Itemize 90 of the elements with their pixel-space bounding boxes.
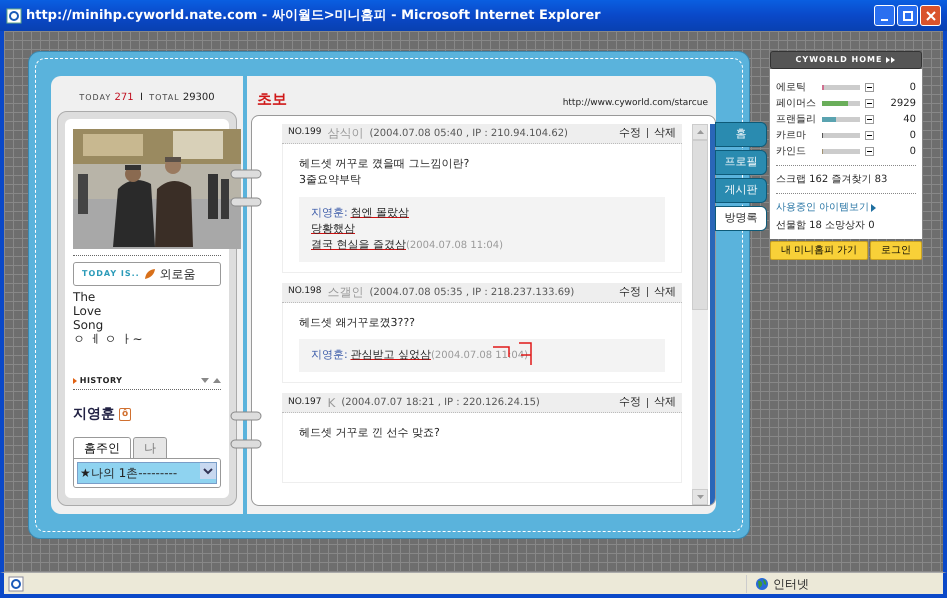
total-count: 29300 (182, 92, 215, 103)
today-is-label: TODAY IS.. (82, 268, 140, 280)
arrow-icon (871, 204, 876, 212)
edit-link[interactable]: 수정 (619, 284, 641, 300)
page-title: 초보 (257, 89, 287, 110)
globe-icon (755, 576, 769, 590)
minus-button[interactable] (865, 98, 874, 108)
zone-label: 인터넷 (773, 576, 809, 592)
gender-badge: ô (119, 408, 132, 421)
window-title: http://minihp.cyworld.nate.com - 싸이월드>미니홈피 - Microsoft Internet Explorer (26, 6, 602, 25)
today-label: TODAY (79, 93, 112, 102)
stat-value: 0 (908, 80, 916, 94)
mood-text: 외로움 (160, 266, 196, 283)
collapse-arrows-icon[interactable] (201, 378, 221, 384)
stat-name: 카르마 (776, 128, 807, 142)
today-count: 271 (114, 92, 134, 103)
entry-number: NO.197 (288, 396, 322, 409)
cyworld-home-button[interactable]: CYWORLD HOME (770, 51, 922, 69)
stat-value: 0 (908, 128, 916, 142)
reply-author: 지영훈: (311, 206, 348, 218)
profile-tab[interactable]: 홈주인 (73, 437, 131, 458)
page-icon (8, 576, 24, 592)
edit-link[interactable]: 수정 (619, 394, 641, 411)
minus-button[interactable] (865, 130, 874, 140)
minus-button[interactable] (865, 82, 874, 92)
stat-value: 0 (908, 144, 916, 158)
delete-link[interactable]: 삭제 (654, 394, 676, 411)
history-label: HISTORY (80, 375, 122, 387)
reply-time: (2004.07.08 11:04) (430, 350, 528, 361)
minus-icon (867, 134, 872, 136)
menu-tab[interactable]: 프로필 (715, 150, 767, 175)
total-label: TOTAL (149, 93, 180, 102)
author-name: K (328, 394, 336, 412)
maximize-icon (902, 10, 912, 20)
bullet-icon (73, 378, 77, 384)
homepage-url: http://www.cyworld.com/starcue (562, 97, 708, 110)
minus-button[interactable] (865, 114, 874, 124)
minus-icon (867, 86, 872, 88)
profile-tab[interactable]: 나 (133, 437, 167, 458)
dropdown-icon[interactable] (200, 463, 216, 479)
reply-author: 지영훈: (311, 348, 348, 361)
stat-name: 프랜들리 (776, 112, 817, 126)
entry-text: 헤드셋 왜거꾸로꼈3??? (299, 314, 416, 330)
stat-name: 에로틱 (776, 80, 807, 94)
friend-select[interactable]: ★나의 1촌--------- (77, 462, 217, 484)
binder-ring-drawing (229, 168, 263, 208)
author-name: 삼식이 (328, 125, 364, 142)
reply-text: 결국 현실을 즐겼삼 (311, 238, 406, 250)
double-arrow-icon (886, 57, 896, 63)
separator: I (140, 92, 143, 103)
gift-count: 선물함 18 소망상자 0 (776, 218, 876, 233)
menu-tab[interactable]: 방명록 (715, 206, 767, 231)
stat-name: 페이머스 (776, 96, 817, 110)
reply-time: (2004.07.08 11:04) (406, 240, 504, 250)
nav-button[interactable]: 내 미니홈피 가기 (770, 240, 868, 260)
close-button[interactable] (920, 5, 941, 26)
entry-meta: (2004.07.07 18:21 , IP : 220.126.24.15) (341, 396, 541, 410)
author-name: 스갤인 (328, 284, 364, 301)
close-icon (926, 10, 936, 20)
minus-icon (867, 150, 872, 152)
stat-value: 2929 (890, 96, 916, 110)
minus-icon (867, 118, 872, 120)
stat-value: 40 (902, 112, 916, 126)
entry-number: NO.199 (288, 126, 322, 140)
delete-link[interactable]: 삭제 (654, 124, 676, 142)
intro-text: The Love Song ㅇ ㅔ ㅇ ㅏ~ (73, 290, 144, 346)
stat-name: 카인드 (776, 144, 807, 158)
entry-number: NO.198 (288, 285, 322, 298)
menu-tab[interactable]: 게시판 (715, 178, 767, 203)
leaf-icon (144, 268, 156, 280)
owner-name: 지영훈 (73, 405, 115, 424)
delete-link[interactable]: 삭제 (654, 284, 676, 300)
edit-link[interactable]: 수정 (619, 124, 641, 142)
minus-icon (867, 102, 872, 104)
reply-text: 당황했삼 (311, 222, 355, 234)
browser-icon (6, 8, 22, 24)
reply-text: 첨엔 몰랐삼 (350, 206, 409, 218)
entry-text: 헤드셋 거꾸로 낀 선수 맞죠? (299, 425, 441, 441)
entry-meta: (2004.07.08 05:40 , IP : 210.94.104.62) (370, 126, 569, 140)
entry-meta: (2004.07.08 05:35 , IP : 218.237.133.69) (370, 286, 576, 300)
minus-button[interactable] (865, 146, 874, 156)
reply-text: 관심받고 싶었삼 (350, 348, 431, 361)
maximize-button[interactable] (897, 5, 918, 26)
nav-button[interactable]: 로그인 (870, 240, 922, 260)
minimize-button[interactable] (874, 5, 895, 26)
menu-tab[interactable]: 홈 (715, 122, 767, 147)
scrap-count: 스크랩 162 즐겨찾기 83 (776, 173, 888, 187)
entry-text: 헤드셋 꺼꾸로 꼈을때 그느낌이란? 3줄요약부탁 (299, 156, 470, 188)
minimize-icon (881, 18, 888, 20)
items-link[interactable]: 사용중인 아이템보기 (776, 200, 876, 215)
